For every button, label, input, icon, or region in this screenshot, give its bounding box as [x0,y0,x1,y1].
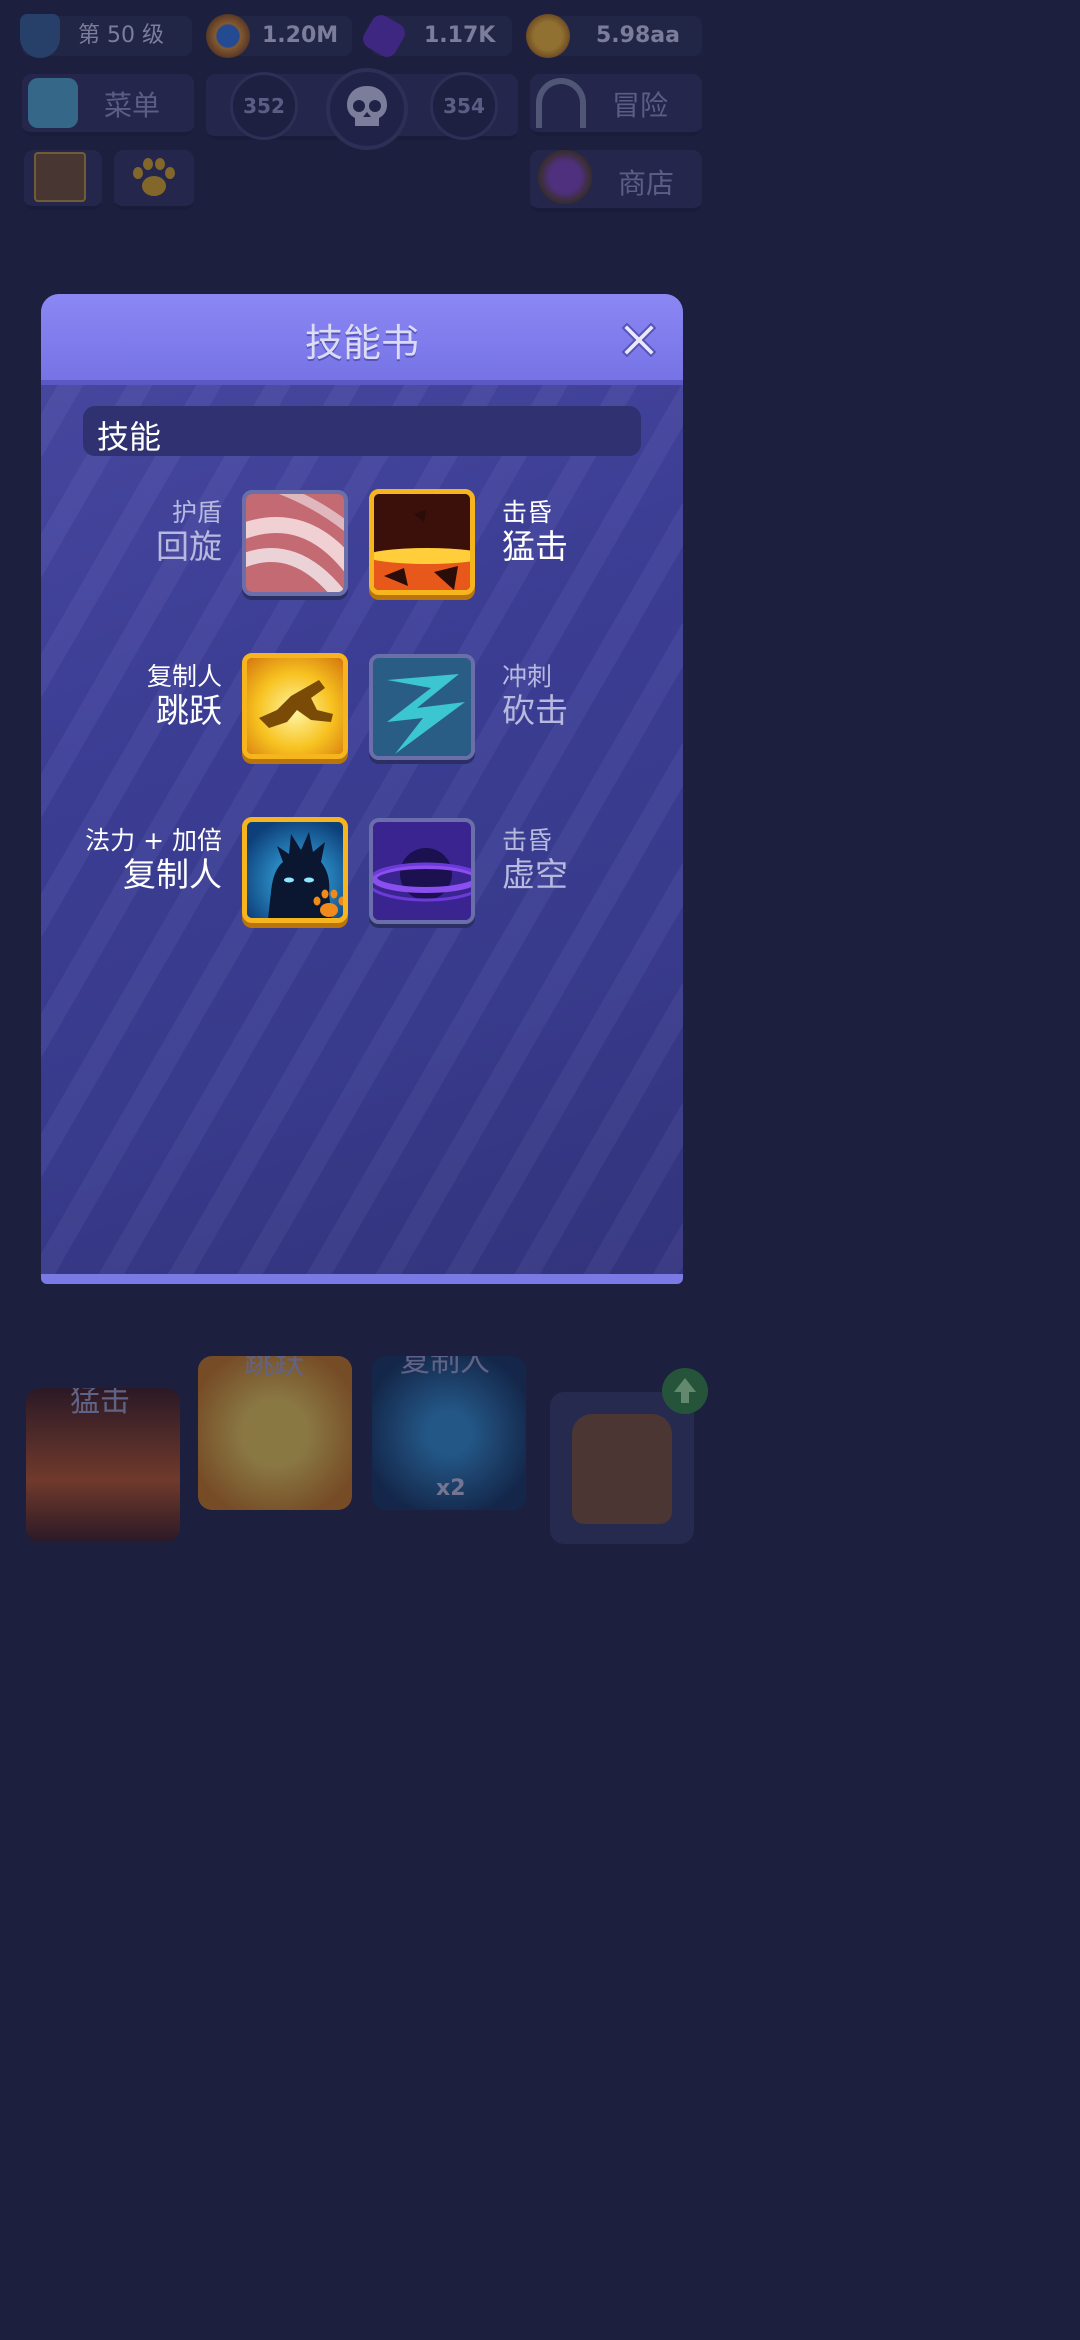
skill-slot-3[interactable]: 复制人 x2 [372,1356,526,1510]
skill-slot-2-label: 跳跃 [244,1356,304,1381]
skill-slot-2[interactable]: 跳跃 [198,1356,352,1510]
backpack-icon [572,1414,672,1524]
skill-bar: 猛击 跳跃 复制人 x2 [0,0,724,1568]
skill-slot-1-label: 猛击 [70,1388,130,1419]
skill-slot-3-label: 复制人 [400,1356,490,1379]
upgrade-arrow-icon[interactable] [662,1368,708,1414]
skill-slot-1[interactable]: 猛击 [26,1388,180,1542]
skill-slot-3-badge: x2 [436,1476,466,1501]
inventory-button[interactable] [550,1392,694,1544]
